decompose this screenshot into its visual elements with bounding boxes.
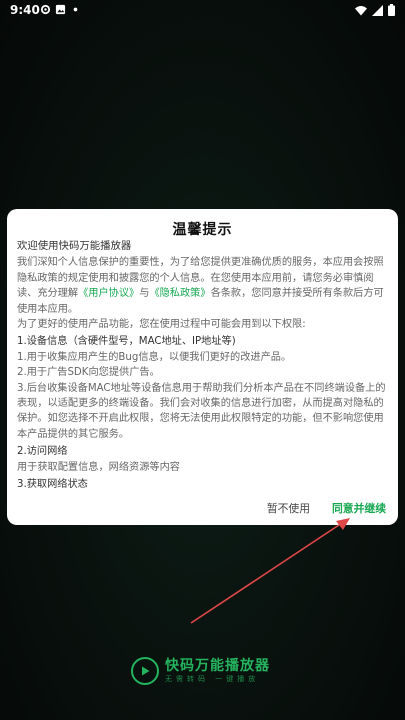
section-network-access-item: 用于获取配置信息，网络资源等内容 [17,461,180,473]
intro-paragraph: 我们深知个人信息保护的重要性，为了给您提供更准确优质的服务，本应用会按照隐私政策… [17,255,389,317]
brand-logo: 快码万能播放器 无需转码 一键播放 [131,657,270,685]
decline-button[interactable]: 暂不使用 [267,500,310,516]
dialog-body: 欢迎使用快码万能播放器 我们深知个人信息保护的重要性，为了给您提供更准确优质的服… [17,239,389,491]
section-device-info-item: 3.后台收集设备MAC地址等设备信息用于帮助我们分析本产品在不同终端设备上的表现… [17,382,386,440]
welcome-text: 欢迎使用快码万能播放器 [17,240,132,252]
and-text: 与 [139,288,150,300]
brand-slogan: 无需转码 一键播放 [165,675,260,683]
privacy-policy-link[interactable]: 《隐私政策》 [149,288,210,299]
status-bar: 9:40 [0,0,405,22]
dialog-actions: 暂不使用 同意并继续 [267,500,386,516]
settings-gear-icon [40,4,51,15]
user-agreement-link[interactable]: 《用户协议》 [78,288,139,299]
dialog-title: 温馨提示 [172,222,233,238]
section-device-info-item: 2.用于广告SDK向您提供广告。 [17,367,160,379]
accept-and-continue-button[interactable]: 同意并继续 [332,500,386,516]
privacy-dialog: 温馨提示 欢迎使用快码万能播放器 我们深知个人信息保护的重要性，为了给您提供更准… [7,209,398,525]
signal-icon [372,4,383,16]
wifi-icon [355,5,367,15]
battery-icon [388,4,395,16]
section-device-info-title: 1.设备信息（含硬件型号，MAC地址、IP地址等) [17,336,236,348]
dot-icon [73,7,78,12]
gallery-icon [55,4,66,15]
section-device-info-item: 1.用于收集应用产生的Bug信息，以便我们更好的改进产品。 [17,351,292,363]
section-network-state-title: 3.获取网络状态 [17,479,88,491]
section-network-access-title: 2.访问网络 [17,446,68,458]
purpose-text: 为了更好的使用产品功能，您在使用过程中可能会用到以下权限: [17,319,306,331]
play-icon [131,657,159,685]
brand-name: 快码万能播放器 [165,658,270,674]
status-time: 9:40 [10,3,40,17]
